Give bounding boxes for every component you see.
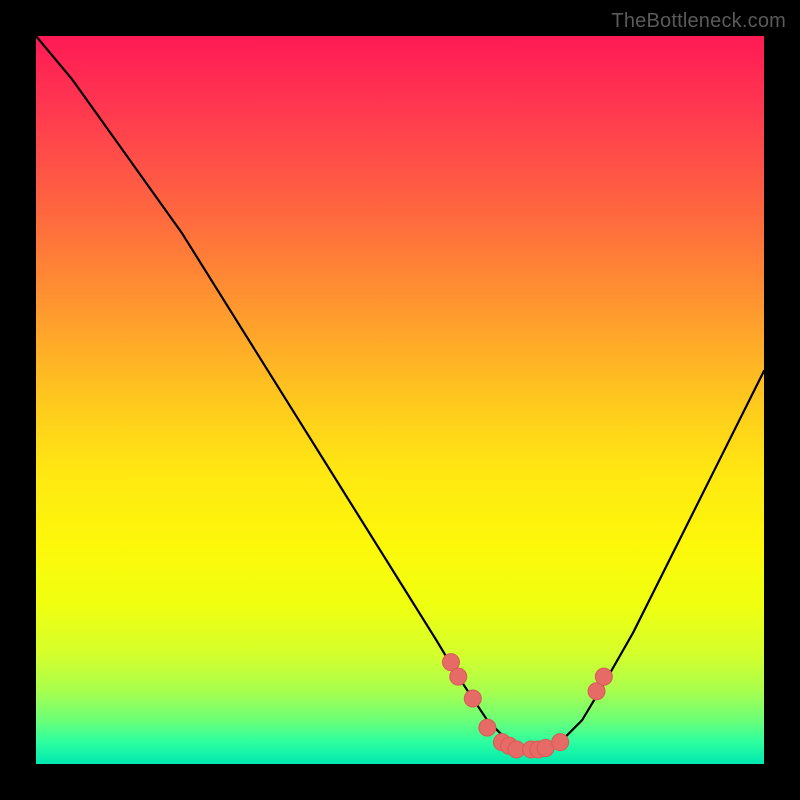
marker-point (450, 668, 467, 685)
marker-point (552, 734, 569, 751)
bottleneck-curve (36, 36, 764, 749)
chart-frame: TheBottleneck.com (0, 0, 800, 800)
watermark-text: TheBottleneck.com (611, 10, 786, 33)
highlight-markers (442, 654, 612, 758)
marker-point (479, 719, 496, 736)
marker-point (595, 668, 612, 685)
plot-area (36, 36, 764, 764)
marker-point (464, 690, 481, 707)
curve-layer (36, 36, 764, 764)
